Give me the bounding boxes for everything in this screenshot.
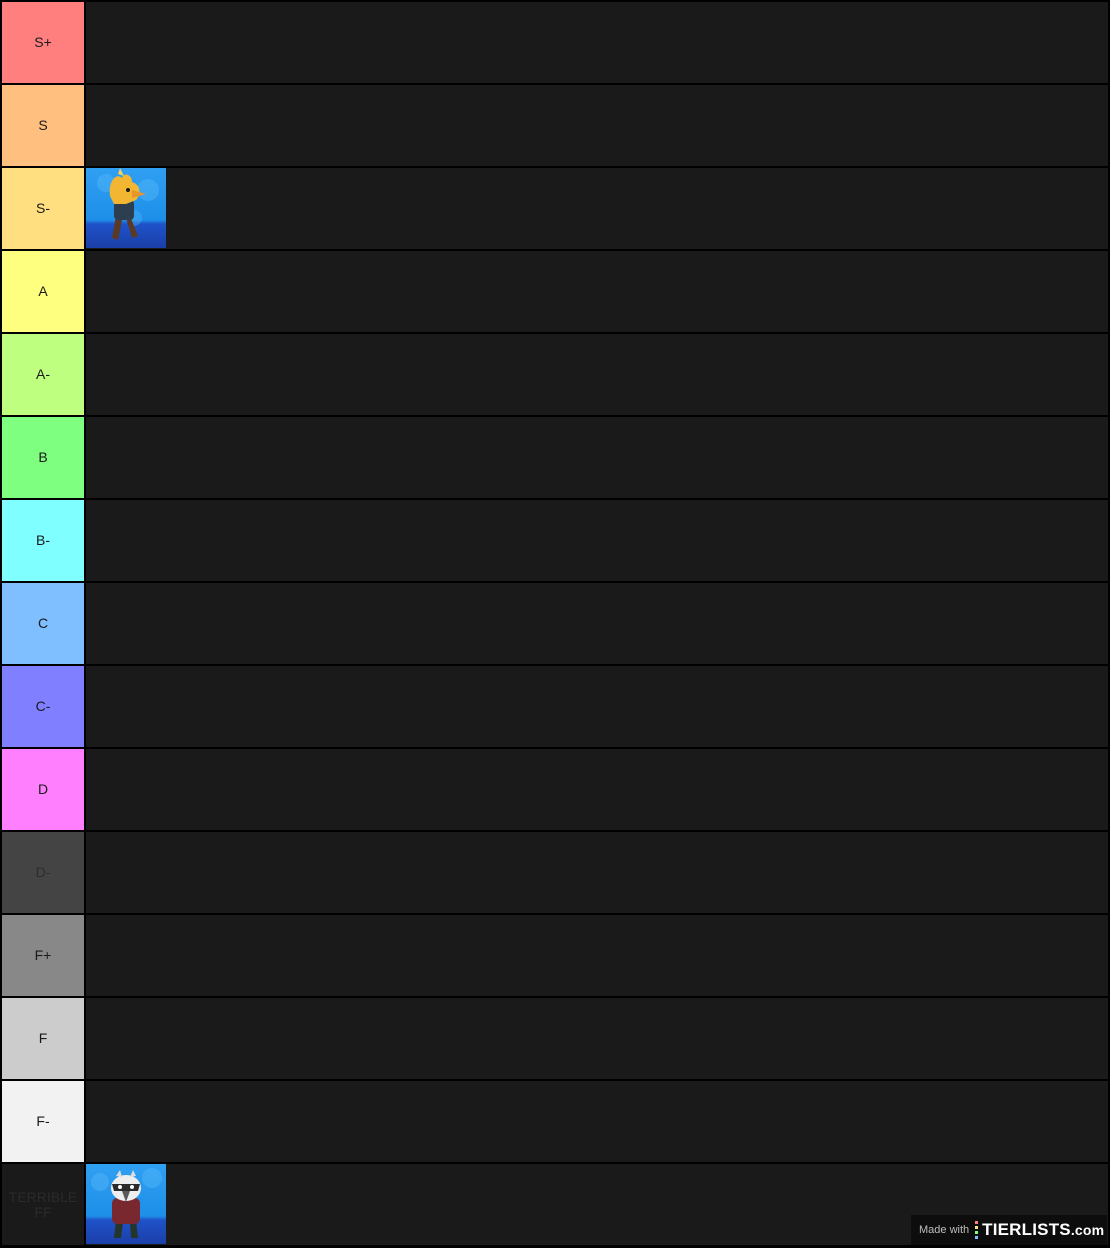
- tier-row-s-plus: S+: [2, 2, 1108, 83]
- tier-row-d: D: [2, 749, 1108, 830]
- tier-drop-zone[interactable]: [86, 417, 1108, 498]
- tierlists-logo-icon: [975, 1221, 979, 1239]
- tier-row-f-plus: F+: [2, 915, 1108, 996]
- tier-row-s: S: [2, 85, 1108, 166]
- tier-drop-zone[interactable]: [86, 583, 1108, 664]
- tier-row-f: F: [2, 998, 1108, 1079]
- tier-drop-zone[interactable]: [86, 500, 1108, 581]
- tier-label[interactable]: S+: [2, 2, 84, 83]
- tier-row-d-minus: D-: [2, 832, 1108, 913]
- tier-drop-zone[interactable]: [86, 832, 1108, 913]
- tier-list: S+ S S- A A- B B- C C- D D- F+ F F- TERR…: [2, 2, 1108, 1247]
- tier-drop-zone[interactable]: [86, 915, 1108, 996]
- tier-row-s-minus: S-: [2, 168, 1108, 249]
- crow-gold-brawler-icon[interactable]: [86, 168, 166, 248]
- tier-drop-zone[interactable]: [86, 998, 1108, 1079]
- tier-row-c-minus: C-: [2, 666, 1108, 747]
- tier-drop-zone[interactable]: [86, 85, 1108, 166]
- tier-label[interactable]: C: [2, 583, 84, 664]
- tier-row-b-minus: B-: [2, 500, 1108, 581]
- tier-label[interactable]: B: [2, 417, 84, 498]
- tier-drop-zone[interactable]: [86, 168, 1108, 249]
- tier-row-c: C: [2, 583, 1108, 664]
- tier-label[interactable]: D-: [2, 832, 84, 913]
- tier-row-b: B: [2, 417, 1108, 498]
- tier-drop-zone[interactable]: [86, 749, 1108, 830]
- tier-drop-zone[interactable]: [86, 334, 1108, 415]
- tier-label[interactable]: S-: [2, 168, 84, 249]
- made-with-text: Made with: [919, 1224, 970, 1236]
- tier-drop-zone[interactable]: [86, 1081, 1108, 1162]
- tier-drop-zone[interactable]: [86, 251, 1108, 332]
- tier-label[interactable]: TERRIBLE FF: [2, 1164, 84, 1245]
- tier-label[interactable]: A-: [2, 334, 84, 415]
- tier-row-f-minus: F-: [2, 1081, 1108, 1162]
- tier-drop-zone[interactable]: [86, 666, 1108, 747]
- tierlists-watermark[interactable]: Made with TIERLISTS.com: [911, 1215, 1107, 1245]
- brand-tld: .com: [1070, 1222, 1105, 1238]
- tier-row-a: A: [2, 251, 1108, 332]
- tier-label[interactable]: F+: [2, 915, 84, 996]
- tier-label[interactable]: F-: [2, 1081, 84, 1162]
- tier-label[interactable]: A: [2, 251, 84, 332]
- tier-label[interactable]: D: [2, 749, 84, 830]
- tier-label[interactable]: F: [2, 998, 84, 1079]
- tier-row-a-minus: A-: [2, 334, 1108, 415]
- tier-label[interactable]: C-: [2, 666, 84, 747]
- tier-label[interactable]: B-: [2, 500, 84, 581]
- tierlists-brand: TIERLISTS.com: [982, 1220, 1104, 1240]
- brand-name: TIERLISTS: [982, 1220, 1071, 1239]
- tier-drop-zone[interactable]: [86, 2, 1108, 83]
- crow-white-brawler-icon[interactable]: [86, 1164, 166, 1244]
- tier-label[interactable]: S: [2, 85, 84, 166]
